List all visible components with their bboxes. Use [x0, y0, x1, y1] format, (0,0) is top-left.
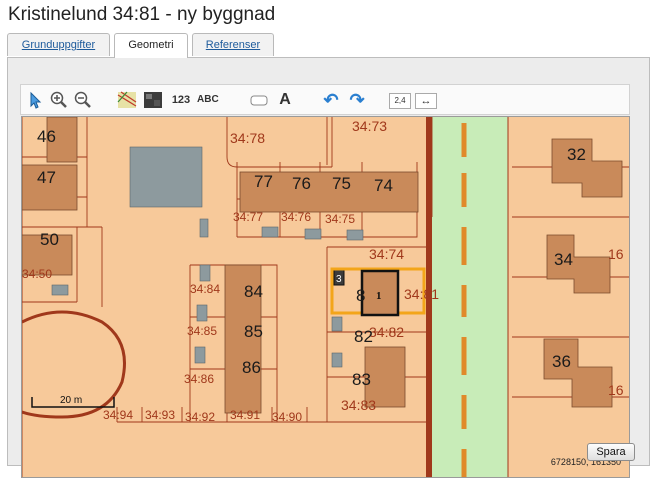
building-32	[551, 138, 623, 198]
geometry-panel: 123 ABC A ↶ ↷ 2,4 ↔ .bld { fill: #c98a5a…	[7, 57, 650, 478]
plot-label-34-73: 34:73	[352, 118, 387, 134]
plot-label-34-86: 34:86	[184, 372, 214, 386]
small-building-label: 3	[336, 274, 342, 285]
house-number-46: 46	[37, 127, 56, 146]
plot-label-34-76: 34:76	[281, 210, 311, 224]
house-number-76: 76	[292, 174, 311, 193]
shed-6	[199, 264, 211, 282]
orthophoto-layer-icon[interactable]	[143, 90, 163, 110]
shed-2	[51, 284, 69, 296]
plot-label-34-75: 34:75	[325, 212, 355, 226]
house-number-74: 74	[374, 176, 393, 195]
house-number-77: 77	[254, 172, 273, 191]
shed-7	[196, 304, 208, 322]
map-view[interactable]: .bld { fill: #c98a5a; stroke: #7a4a2c; s…	[21, 116, 630, 478]
map-layer-icon[interactable]	[117, 90, 137, 110]
measure-distance-icon[interactable]: ↔	[415, 93, 437, 109]
plot-label-34-93: 34:93	[145, 408, 175, 422]
house-number-85: 85	[244, 322, 263, 341]
page-title: Kristinelund 34:81 - ny byggnad	[8, 4, 276, 25]
map-canvas: .bld { fill: #c98a5a; stroke: #7a4a2c; s…	[22, 117, 629, 477]
plot-label-34-90: 34:90	[272, 410, 302, 424]
house-number-50: 50	[40, 230, 59, 249]
map-toolbar: 123 ABC A ↶ ↷ 2,4 ↔	[20, 84, 630, 115]
shed-8	[194, 346, 206, 364]
tab-grunduppgifter[interactable]: Grunduppgifter	[7, 33, 110, 56]
select-arrow-icon[interactable]	[25, 90, 45, 110]
shed-1	[199, 218, 209, 238]
scale-bar-label: 20 m	[60, 395, 82, 406]
plot-label-34-91: 34:91	[230, 408, 260, 422]
plot-boundaries	[22, 117, 629, 477]
plot-label-34-85: 34:85	[187, 324, 217, 338]
plot-label-34-92: 34:92	[185, 410, 215, 424]
tab-referenser[interactable]: Referenser	[192, 33, 274, 56]
house-number-47: 47	[37, 168, 56, 187]
plot-label-34-94: 34:94	[103, 408, 133, 422]
house-number-16-mid: 16	[608, 246, 624, 262]
plot-label-34-81: 34:81	[404, 286, 439, 302]
plot-label-34-83: 34:83	[341, 397, 376, 413]
save-button[interactable]: Spara	[587, 443, 635, 461]
tab-bar: Grunduppgifter Geometri Referenser	[7, 33, 650, 58]
undo-icon[interactable]: ↶	[321, 90, 341, 110]
plot-label-34-84: 34:84	[190, 282, 220, 296]
rectangle-tool-icon[interactable]	[249, 90, 269, 110]
tab-geometri[interactable]: Geometri	[114, 33, 188, 58]
text-label-icon[interactable]: ABC	[197, 90, 219, 110]
text-tool-icon[interactable]: A	[275, 90, 295, 110]
zoom-in-icon[interactable]	[49, 90, 69, 110]
plot-label-34-82: 34:82	[369, 324, 404, 340]
shed-5	[346, 229, 364, 241]
redo-icon[interactable]: ↷	[347, 90, 367, 110]
house-number-83: 83	[352, 370, 371, 389]
house-number-82: 82	[354, 327, 373, 346]
measure-area-icon[interactable]: 2,4	[389, 93, 411, 109]
house-number-75: 75	[332, 174, 351, 193]
house-number-36: 36	[552, 352, 571, 371]
numbered-points-icon[interactable]: 123	[171, 90, 191, 110]
house-number-84: 84	[244, 282, 263, 301]
house-number-16-bottom: 16	[608, 382, 624, 398]
shed-3	[261, 226, 279, 238]
house-number-32: 32	[567, 145, 586, 164]
house-number-34: 34	[554, 250, 573, 269]
zoom-out-icon[interactable]	[73, 90, 93, 110]
plot-label-34-50: 34:50	[22, 267, 52, 281]
shed-4	[304, 228, 322, 240]
plot-label-34-77: 34:77	[233, 210, 263, 224]
shed-10	[331, 352, 343, 368]
green-strip	[432, 117, 508, 477]
house-number-86: 86	[242, 358, 261, 377]
shed-9	[331, 316, 343, 332]
gray-building	[129, 146, 203, 208]
plot-label-34-78: 34:78	[230, 130, 265, 146]
house-number-81: 8	[356, 286, 365, 305]
new-building-label: 1	[376, 290, 382, 302]
plot-label-34-74: 34:74	[369, 246, 404, 262]
